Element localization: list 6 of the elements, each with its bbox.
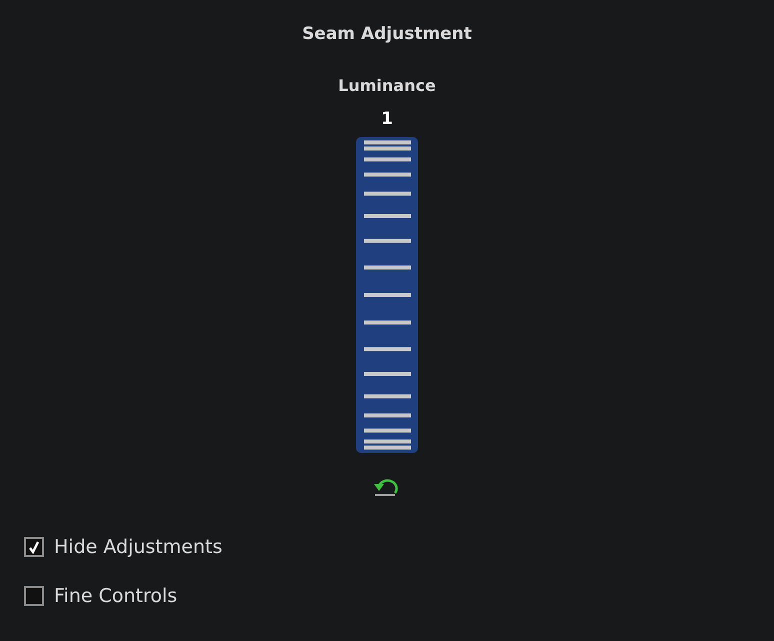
wheel-label: Luminance [338, 74, 436, 96]
wheel-value: 1 [381, 108, 393, 130]
panel-title: Seam Adjustment [302, 23, 472, 46]
jog-wheel[interactable] [355, 136, 419, 454]
option-checkbox[interactable]: Fine Controls [24, 582, 178, 610]
option-checkbox[interactable]: Hide Adjustments [24, 533, 222, 562]
